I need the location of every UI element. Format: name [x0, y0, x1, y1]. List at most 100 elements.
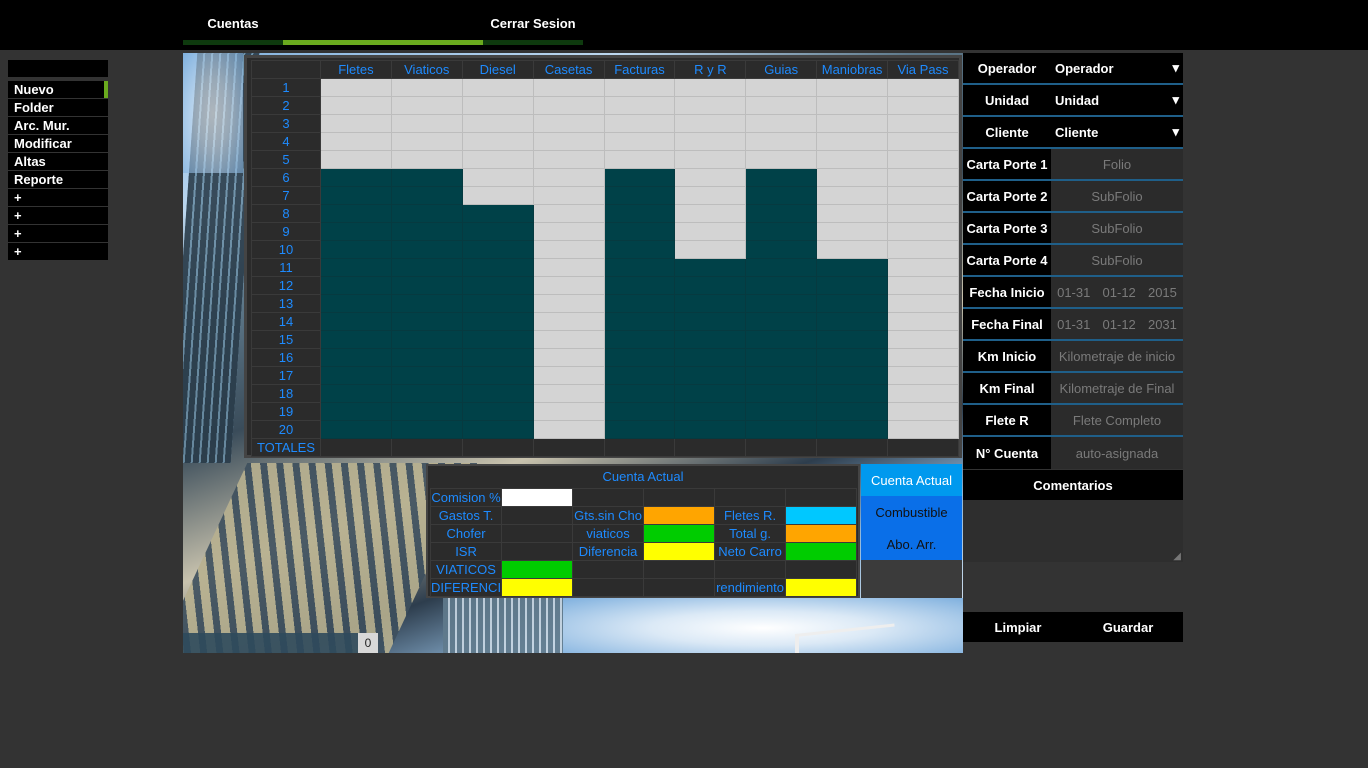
- grid-cell[interactable]: [816, 114, 889, 133]
- summary-value[interactable]: [785, 488, 858, 507]
- menu-item-arc-mur[interactable]: Arc. Mur.: [8, 117, 108, 134]
- grid-cell[interactable]: [816, 204, 889, 223]
- grid-cell[interactable]: [674, 312, 747, 331]
- menu-item-modificar[interactable]: Modificar: [8, 135, 108, 152]
- km-final-input[interactable]: Kilometraje de Final: [1051, 373, 1183, 403]
- grid-cell[interactable]: [319, 114, 392, 133]
- grid-cell[interactable]: [603, 78, 676, 97]
- grid-cell[interactable]: [674, 402, 747, 421]
- grid-cell[interactable]: [319, 420, 392, 439]
- grid-cell[interactable]: [816, 348, 889, 367]
- grid-cell[interactable]: [461, 204, 534, 223]
- grid-cell[interactable]: [390, 348, 463, 367]
- grid-cell[interactable]: [532, 114, 605, 133]
- grid-cell[interactable]: [532, 312, 605, 331]
- grid-cell[interactable]: [745, 150, 818, 169]
- grid-cell[interactable]: [319, 384, 392, 403]
- summary-value[interactable]: [643, 506, 716, 525]
- grid-cell[interactable]: [745, 132, 818, 151]
- grid-cell[interactable]: [532, 150, 605, 169]
- grid-cell[interactable]: [532, 204, 605, 223]
- grid-cell[interactable]: [390, 96, 463, 115]
- summary-value[interactable]: [785, 506, 858, 525]
- grid-cell[interactable]: [603, 186, 676, 205]
- grid-cell[interactable]: [816, 276, 889, 295]
- grid-cell[interactable]: [319, 258, 392, 277]
- grid-cell[interactable]: [816, 294, 889, 313]
- grid-cell[interactable]: [603, 384, 676, 403]
- grid-cell[interactable]: [603, 204, 676, 223]
- grid-cell[interactable]: [532, 222, 605, 241]
- fecha-inicio-input[interactable]: 01-31 01-12 2015: [1051, 277, 1183, 307]
- grid-cell[interactable]: [319, 348, 392, 367]
- grid-cell[interactable]: [390, 330, 463, 349]
- grid-cell[interactable]: [603, 348, 676, 367]
- grid-cell[interactable]: [319, 78, 392, 97]
- grid-cell[interactable]: [461, 222, 534, 241]
- grid-cell[interactable]: [532, 348, 605, 367]
- grid-cell[interactable]: [390, 132, 463, 151]
- grid-cell[interactable]: [674, 204, 747, 223]
- grid-cell[interactable]: [887, 384, 959, 403]
- grid-cell[interactable]: [461, 114, 534, 133]
- summary-value[interactable]: [785, 524, 858, 543]
- tab-abo-arr[interactable]: Abo. Arr.: [861, 528, 962, 560]
- carta-porte-1-input[interactable]: Folio: [1051, 149, 1183, 179]
- grid-cell[interactable]: [745, 240, 818, 259]
- fecha-inicio-year[interactable]: 2015: [1148, 285, 1177, 300]
- cliente-select[interactable]: Cliente ▾: [1051, 117, 1183, 147]
- grid-cell[interactable]: [816, 366, 889, 385]
- grid-cell[interactable]: [816, 222, 889, 241]
- grid-cell[interactable]: [390, 150, 463, 169]
- grid-cell[interactable]: [461, 186, 534, 205]
- grid-cell[interactable]: [887, 294, 959, 313]
- grid-cell[interactable]: [532, 402, 605, 421]
- grid-cell[interactable]: [816, 78, 889, 97]
- grid-cell[interactable]: [674, 150, 747, 169]
- grid-cell[interactable]: [674, 240, 747, 259]
- grid-cell[interactable]: [887, 132, 959, 151]
- summary-value[interactable]: [501, 542, 574, 561]
- grid-cell[interactable]: [745, 276, 818, 295]
- grid-cell[interactable]: [745, 168, 818, 187]
- menu-item-add[interactable]: +: [8, 189, 108, 206]
- grid-cell[interactable]: [319, 204, 392, 223]
- grid-cell[interactable]: [603, 294, 676, 313]
- grid-cell[interactable]: [319, 276, 392, 295]
- grid-cell[interactable]: [390, 312, 463, 331]
- grid-cell[interactable]: [461, 312, 534, 331]
- fecha-final-month[interactable]: 01-12: [1103, 317, 1136, 332]
- grid-cell[interactable]: [532, 258, 605, 277]
- grid-cell[interactable]: [461, 384, 534, 403]
- menu-item-altas[interactable]: Altas: [8, 153, 108, 170]
- grid-cell[interactable]: [674, 168, 747, 187]
- grid-cell[interactable]: [603, 96, 676, 115]
- grid-cell[interactable]: [745, 186, 818, 205]
- grid-cell[interactable]: [319, 186, 392, 205]
- grid-cell[interactable]: [319, 366, 392, 385]
- grid-cell[interactable]: [319, 150, 392, 169]
- grid-cell[interactable]: [745, 78, 818, 97]
- summary-value[interactable]: [714, 560, 787, 579]
- grid-cell[interactable]: [390, 276, 463, 295]
- menu-item-nuevo[interactable]: Nuevo: [8, 81, 108, 98]
- grid-cell[interactable]: [461, 132, 534, 151]
- grid-cell[interactable]: [745, 258, 818, 277]
- summary-value[interactable]: [785, 560, 858, 579]
- grid-cell[interactable]: [603, 366, 676, 385]
- summary-value[interactable]: [501, 506, 574, 525]
- grid-cell[interactable]: [603, 258, 676, 277]
- grid-cell[interactable]: [603, 132, 676, 151]
- grid-cell[interactable]: [745, 294, 818, 313]
- grid-cell[interactable]: [461, 168, 534, 187]
- grid-cell[interactable]: [887, 366, 959, 385]
- grid-cell[interactable]: [887, 78, 959, 97]
- grid-cell[interactable]: [674, 186, 747, 205]
- grid-cell[interactable]: [674, 276, 747, 295]
- summary-value[interactable]: [643, 524, 716, 543]
- grid-cell[interactable]: [461, 240, 534, 259]
- summary-value[interactable]: [501, 578, 574, 597]
- grid-cell[interactable]: [532, 330, 605, 349]
- grid-cell[interactable]: [319, 330, 392, 349]
- grid-cell[interactable]: [532, 420, 605, 439]
